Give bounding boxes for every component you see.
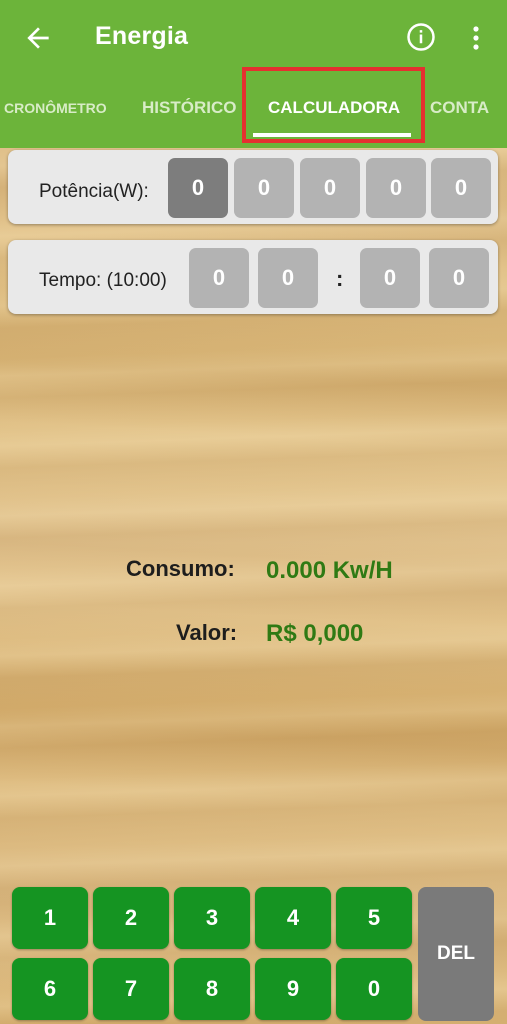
power-digit-2[interactable]: 0 (234, 158, 294, 218)
power-digit-3[interactable]: 0 (300, 158, 360, 218)
time-digit-3[interactable]: 0 (360, 248, 420, 308)
highlight-box (242, 67, 425, 143)
key-2[interactable]: 2 (93, 887, 169, 949)
tab-cronometro[interactable]: CRONÔMETRO (4, 100, 107, 116)
power-digit-5[interactable]: 0 (431, 158, 491, 218)
app-title: Energia (95, 22, 189, 50)
power-card: Potência(W): 0 0 0 0 0 (8, 150, 498, 224)
delete-button[interactable]: DEL (418, 887, 494, 1021)
power-digit-4[interactable]: 0 (366, 158, 426, 218)
time-card: Tempo: (10:00) 0 0 : 0 0 (8, 240, 498, 314)
tab-historico[interactable]: HISTÓRICO (142, 98, 236, 118)
key-3[interactable]: 3 (174, 887, 250, 949)
time-digit-1[interactable]: 0 (189, 248, 249, 308)
time-digit-4[interactable]: 0 (429, 248, 489, 308)
tab-conta[interactable]: CONTA (430, 98, 489, 118)
key-9[interactable]: 9 (255, 958, 331, 1020)
power-label: Potência(W): (39, 181, 149, 202)
more-vert-icon[interactable] (464, 24, 488, 52)
time-separator: : (336, 266, 344, 291)
consumo-value: 0.000 Kw/H (266, 557, 393, 584)
time-digit-2[interactable]: 0 (258, 248, 318, 308)
power-digit-1[interactable]: 0 (168, 158, 228, 218)
arrow-left-icon[interactable] (22, 22, 54, 54)
key-4[interactable]: 4 (255, 887, 331, 949)
valor-label: Valor: (176, 620, 238, 645)
key-1[interactable]: 1 (12, 887, 88, 949)
valor-value: R$ 0,000 (266, 620, 364, 647)
key-5[interactable]: 5 (336, 887, 412, 949)
key-7[interactable]: 7 (93, 958, 169, 1020)
key-6[interactable]: 6 (12, 958, 88, 1020)
key-0[interactable]: 0 (336, 958, 412, 1020)
key-8[interactable]: 8 (174, 958, 250, 1020)
consumo-label: Consumo: (126, 556, 235, 581)
time-label: Tempo: (10:00) (39, 270, 167, 291)
info-icon[interactable] (406, 22, 436, 52)
